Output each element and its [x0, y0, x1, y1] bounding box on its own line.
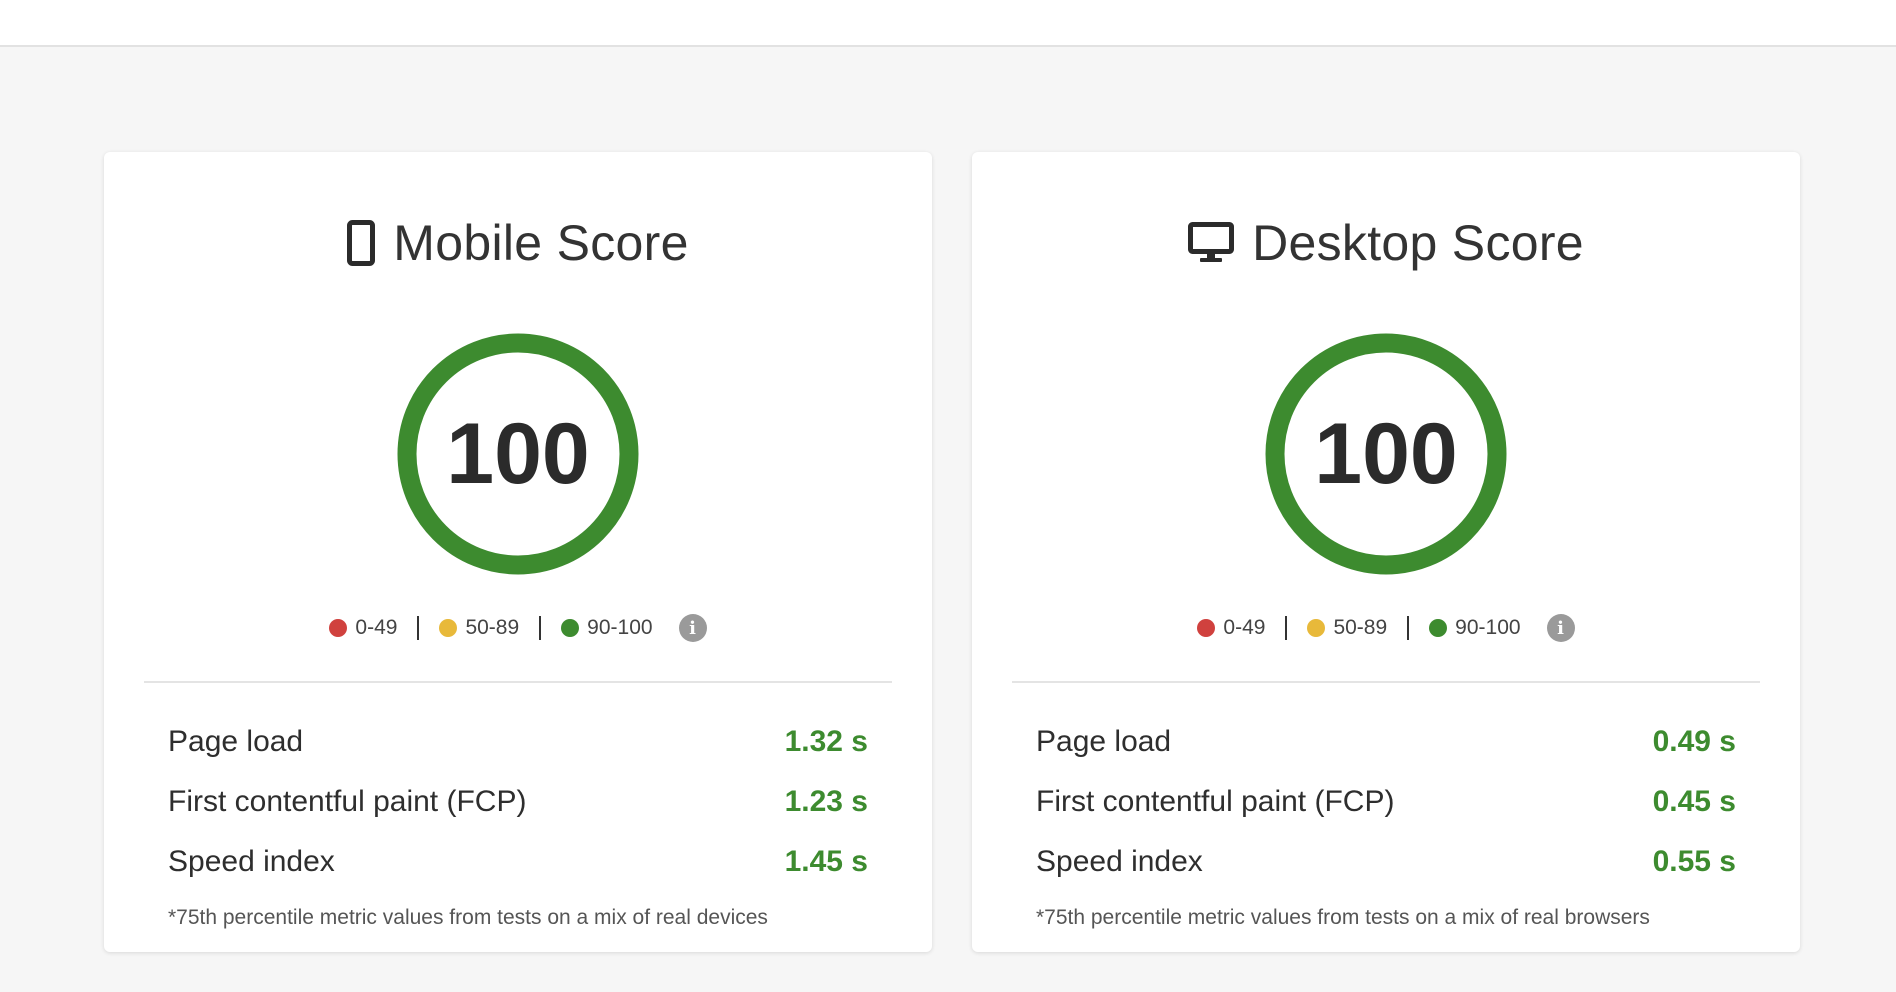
- card-divider: [1012, 681, 1760, 683]
- metric-value: 0.45 s: [1652, 785, 1736, 818]
- legend-poor-label: 0-49: [355, 616, 398, 639]
- mobile-metrics-list: Page load 1.32 s First contentful paint …: [168, 712, 868, 892]
- legend-average-label: 50-89: [465, 616, 520, 639]
- metric-row-page-load: Page load 0.49 s: [1036, 712, 1736, 772]
- mobile-score-card: Mobile Score 100 0-49 50-89 90-100 i Pag…: [104, 152, 932, 952]
- metric-row-fcp: First contentful paint (FCP) 1.23 s: [168, 772, 868, 832]
- legend-separator: [417, 616, 420, 640]
- green-dot-icon: [1429, 619, 1448, 637]
- yellow-dot-icon: [1307, 619, 1326, 637]
- legend-good-label: 90-100: [587, 616, 653, 639]
- metric-row-page-load: Page load 1.32 s: [168, 712, 868, 772]
- mobile-card-header: Mobile Score: [104, 208, 932, 278]
- metric-value: 0.55 s: [1652, 845, 1736, 878]
- metric-row-speed-index: Speed index 0.55 s: [1036, 832, 1736, 892]
- legend-separator: [1407, 616, 1410, 640]
- metric-value: 1.32 s: [784, 725, 868, 758]
- green-dot-icon: [561, 619, 580, 637]
- metric-label: Page load: [1036, 725, 1172, 758]
- desktop-score-gauge: 100: [1264, 332, 1508, 576]
- red-dot-icon: [329, 619, 348, 637]
- red-dot-icon: [1197, 619, 1216, 637]
- legend-average-label: 50-89: [1333, 616, 1388, 639]
- legend-poor: 0-49: [329, 616, 397, 640]
- legend-separator: [1285, 616, 1288, 640]
- legend-average: 50-89: [439, 616, 519, 640]
- desktop-score-value: 100: [1314, 405, 1458, 502]
- mobile-score-legend: 0-49 50-89 90-100 i: [104, 614, 932, 642]
- mobile-score-gauge: 100: [396, 332, 640, 576]
- legend-good-label: 90-100: [1455, 616, 1521, 639]
- legend-average: 50-89: [1307, 616, 1387, 640]
- info-icon[interactable]: i: [678, 614, 707, 642]
- desktop-card-header: Desktop Score: [972, 208, 1800, 278]
- top-header-bar: [0, 0, 1896, 47]
- yellow-dot-icon: [439, 619, 458, 637]
- metric-value: 1.23 s: [784, 785, 868, 818]
- mobile-footnote: *75th percentile metric values from test…: [168, 906, 768, 929]
- metric-row-fcp: First contentful paint (FCP) 0.45 s: [1036, 772, 1736, 832]
- metric-value: 1.45 s: [784, 845, 868, 878]
- info-icon[interactable]: i: [1546, 614, 1575, 642]
- legend-poor-label: 0-49: [1223, 616, 1266, 639]
- desktop-monitor-icon: [1188, 222, 1235, 264]
- legend-good: 90-100: [561, 616, 653, 640]
- metric-label: Page load: [168, 725, 304, 758]
- metric-label: First contentful paint (FCP): [1036, 785, 1395, 818]
- legend-separator: [539, 616, 542, 640]
- mobile-score-value: 100: [446, 405, 590, 502]
- mobile-score-title: Mobile Score: [393, 215, 689, 271]
- desktop-footnote: *75th percentile metric values from test…: [1036, 906, 1650, 929]
- desktop-score-title: Desktop Score: [1252, 215, 1584, 271]
- legend-good: 90-100: [1429, 616, 1521, 640]
- metric-value: 0.49 s: [1652, 725, 1736, 758]
- metric-row-speed-index: Speed index 1.45 s: [168, 832, 868, 892]
- desktop-score-card: Desktop Score 100 0-49 50-89 90-100 i Pa…: [972, 152, 1800, 952]
- metric-label: Speed index: [1036, 845, 1203, 878]
- legend-poor: 0-49: [1197, 616, 1265, 640]
- mobile-phone-icon: [347, 220, 376, 266]
- desktop-metrics-list: Page load 0.49 s First contentful paint …: [1036, 712, 1736, 892]
- desktop-score-legend: 0-49 50-89 90-100 i: [972, 614, 1800, 642]
- metric-label: Speed index: [168, 845, 335, 878]
- card-divider: [144, 681, 892, 683]
- metric-label: First contentful paint (FCP): [168, 785, 527, 818]
